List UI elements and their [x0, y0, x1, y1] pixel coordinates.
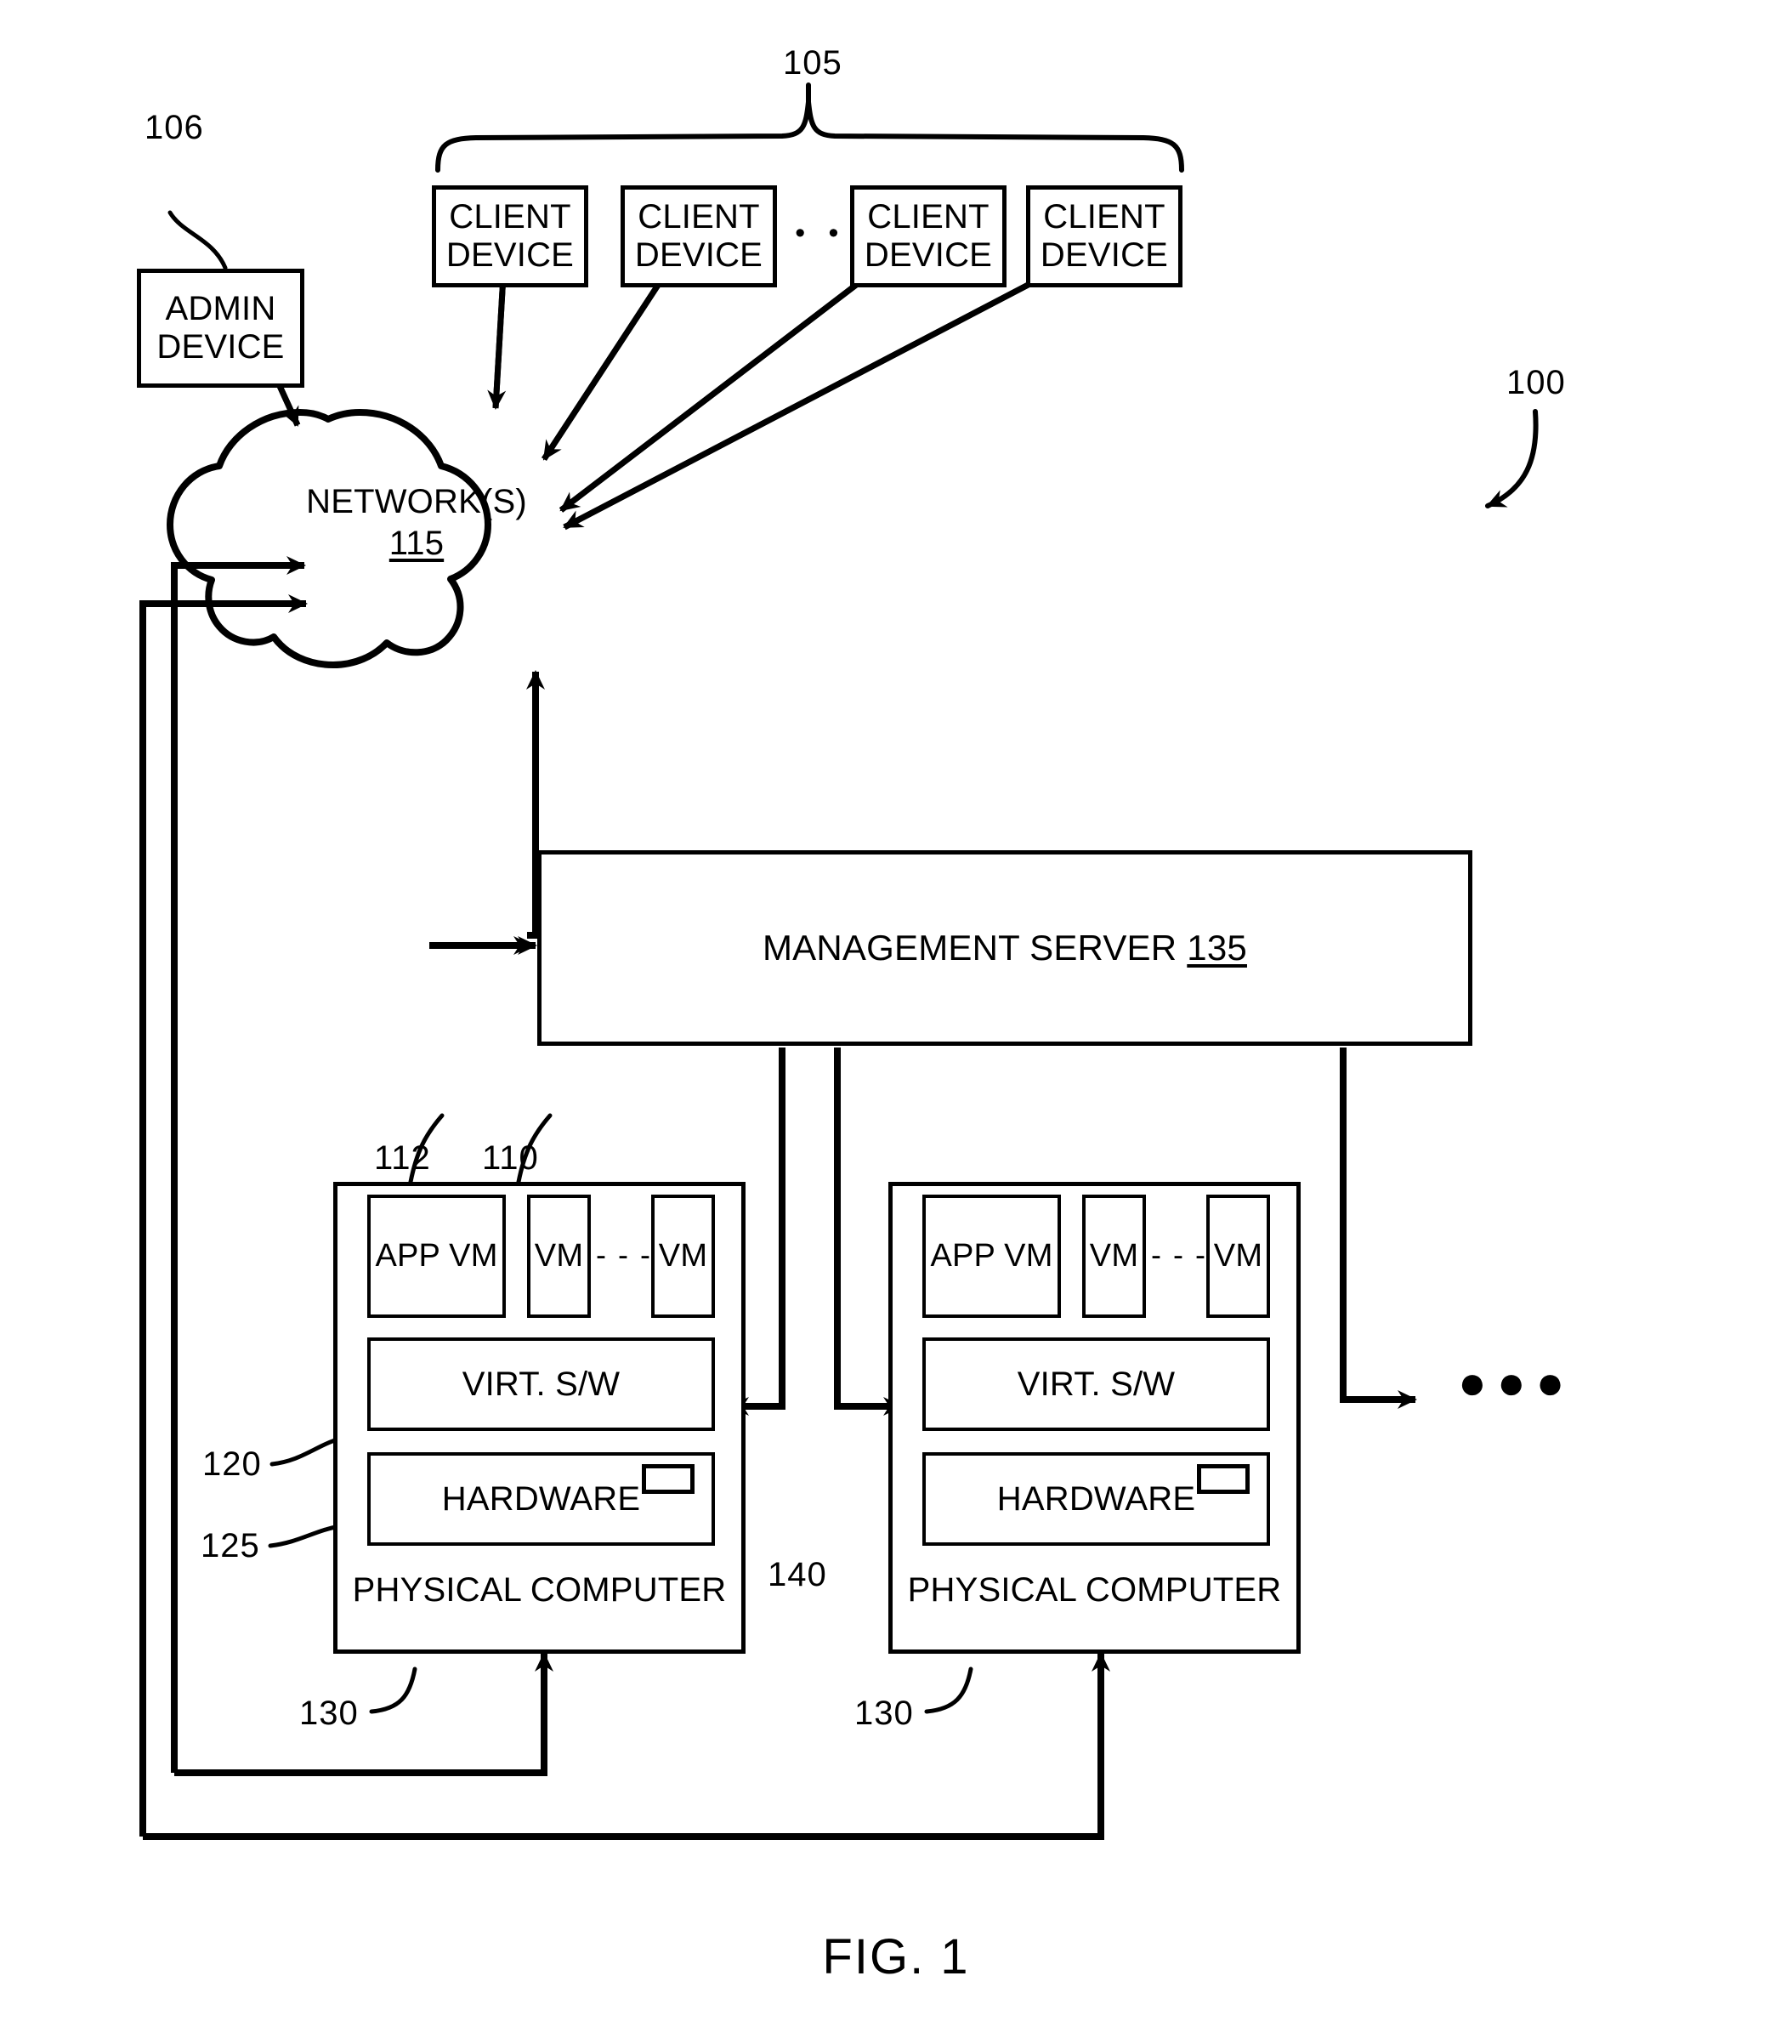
- physical-computer-2-nic-icon: [1197, 1464, 1250, 1494]
- leader-130-host1: [369, 1666, 417, 1714]
- physical-computer-2-vm-last[interactable]: VM: [1206, 1195, 1270, 1318]
- ref-label-112: 112: [374, 1139, 431, 1177]
- physical-computer-1-vm-last[interactable]: VM: [651, 1195, 715, 1318]
- client-device-4[interactable]: CLIENT DEVICE: [1026, 185, 1182, 287]
- physical-computer-1-app-vm[interactable]: APP VM: [367, 1195, 506, 1318]
- physical-computer-2-vm-ellipsis: - - -: [1151, 1237, 1207, 1272]
- virt-sw-1-label: VIRT. S/W: [462, 1365, 621, 1403]
- patent-figure-page: 105 106 100 CLIENT DEVICE CLIENT DEVICE …: [0, 0, 1792, 2044]
- physical-computer-1-nic-icon: [642, 1464, 695, 1494]
- ref-label-100: 100: [1506, 364, 1566, 401]
- client-device-1-line1: CLIENT: [449, 198, 571, 236]
- ref-label-130-host1: 130: [299, 1695, 359, 1732]
- admin-device[interactable]: ADMIN DEVICE: [137, 269, 304, 388]
- physical-computer-1-virt-sw[interactable]: VIRT. S/W: [367, 1337, 715, 1431]
- client-device-4-line1: CLIENT: [1043, 198, 1165, 236]
- physical-computer-2-title: PHYSICAL COMPUTER: [888, 1564, 1301, 1615]
- management-server-ref: 135: [1187, 928, 1247, 968]
- client-device-3-line1: CLIENT: [867, 198, 990, 236]
- network-cloud-label: NETWORK(S) 115: [281, 472, 553, 574]
- management-server[interactable]: MANAGEMENT SERVER 135: [537, 850, 1472, 1046]
- client-device-4-line2: DEVICE: [1040, 236, 1169, 274]
- physical-computer-2-vm-first[interactable]: VM: [1082, 1195, 1146, 1318]
- vm-1-first-label: VM: [534, 1238, 584, 1275]
- physical-computer-1-vm-ellipsis: - - -: [596, 1237, 652, 1272]
- physical-computer-1-title: PHYSICAL COMPUTER: [333, 1564, 746, 1615]
- client-device-3[interactable]: CLIENT DEVICE: [850, 185, 1007, 287]
- physical-computer-1-vm-first[interactable]: VM: [527, 1195, 591, 1318]
- ref-label-106: 106: [145, 109, 204, 146]
- app-vm-2-label: APP VM: [930, 1238, 1053, 1275]
- leader-106: [167, 210, 228, 270]
- leader-100: [1485, 409, 1539, 508]
- admin-device-line1: ADMIN: [165, 290, 276, 328]
- network-label-text: NETWORK(S): [306, 483, 527, 521]
- client-device-2[interactable]: CLIENT DEVICE: [621, 185, 777, 287]
- admin-device-line2: DEVICE: [156, 328, 285, 366]
- client-device-1[interactable]: CLIENT DEVICE: [432, 185, 588, 287]
- physical-computer-2-virt-sw[interactable]: VIRT. S/W: [922, 1337, 1270, 1431]
- ref-label-120: 120: [202, 1445, 262, 1483]
- physical-computer-2-title-text: PHYSICAL COMPUTER: [907, 1570, 1282, 1609]
- leader-120: [269, 1436, 343, 1467]
- ref-label-140: 140: [768, 1556, 827, 1593]
- ref-label-130-host2: 130: [854, 1695, 914, 1732]
- app-vm-1-label: APP VM: [375, 1238, 498, 1275]
- ref-label-125: 125: [201, 1527, 260, 1564]
- hardware-2-label: HARDWARE: [996, 1479, 1196, 1518]
- network-ref: 115: [388, 525, 445, 562]
- connector-management-server-network: [429, 670, 545, 955]
- figure-caption: FIG. 1: [822, 1929, 970, 1984]
- client-device-2-line1: CLIENT: [638, 198, 760, 236]
- vm-2-first-label: VM: [1089, 1238, 1139, 1275]
- client-device-2-line2: DEVICE: [634, 236, 763, 274]
- physical-computer-1-title-text: PHYSICAL COMPUTER: [352, 1570, 727, 1609]
- virt-sw-2-label: VIRT. S/W: [1017, 1365, 1176, 1403]
- physical-computer-2-app-vm[interactable]: APP VM: [922, 1195, 1061, 1318]
- client-device-3-line2: DEVICE: [864, 236, 993, 274]
- client-device-1-line2: DEVICE: [445, 236, 575, 274]
- more-hosts-indicator: ●●●: [1458, 1355, 1575, 1409]
- leader-125: [268, 1524, 343, 1548]
- vm-2-last-label: VM: [1213, 1238, 1263, 1275]
- client-group-brace: [435, 82, 1184, 173]
- ref-label-105: 105: [783, 44, 842, 82]
- hardware-1-label: HARDWARE: [441, 1479, 641, 1518]
- vm-1-last-label: VM: [658, 1238, 708, 1275]
- ref-label-110: 110: [482, 1139, 539, 1177]
- management-server-label: MANAGEMENT SERVER: [763, 928, 1177, 968]
- leader-130-host2: [924, 1666, 973, 1714]
